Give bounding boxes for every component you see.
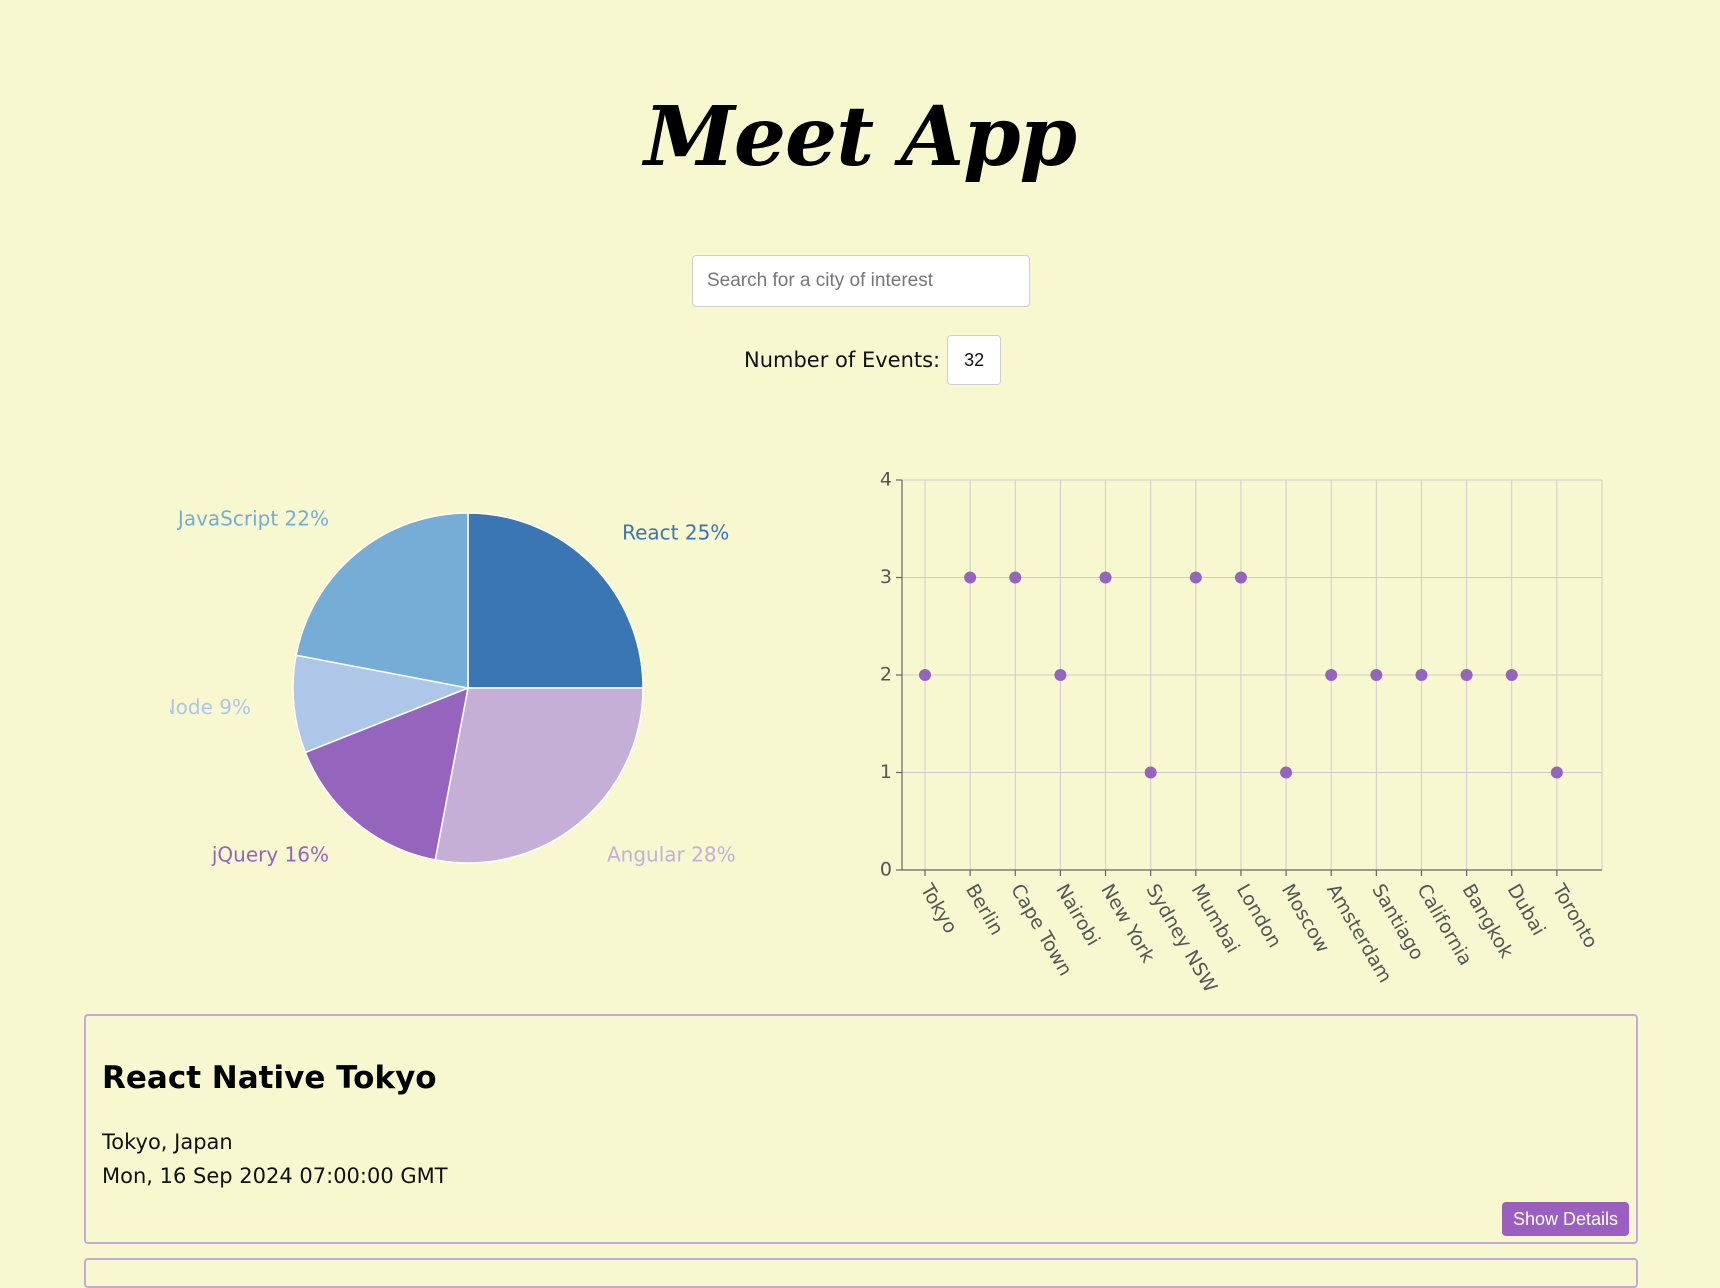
pie-label: Node 9% [170,695,251,719]
scatter-point [1234,571,1247,584]
scatter-point [1189,571,1202,584]
number-of-events-input[interactable] [947,335,1002,385]
pie-label: JavaScript 22% [176,507,329,531]
event-title: React Native Tokyo [102,1060,437,1096]
scatter-chart: 01234Tokyo BerlinCape TownNairobiNew York… [880,469,1603,997]
y-tick-label: 1 [880,761,892,783]
pie-label: React 25% [622,520,729,544]
scatter-point [919,669,931,681]
scatter-point [1325,669,1338,681]
y-tick-label: 4 [880,469,892,491]
pie-slice-angular [434,687,644,864]
pie-label: Angular 28% [607,843,736,867]
event-location: Tokyo, Japan [102,1130,233,1154]
event-card: React Native Tokyo Tokyo, Japan Mon, 16 … [84,1014,1638,1244]
x-tick-label: Tokyo [915,879,961,937]
scatter-point [1099,571,1112,584]
y-tick-label: 3 [880,566,892,588]
scatter-point [964,571,977,584]
pie-label: jQuery 16% [211,843,329,867]
pie-chart: React 25% Angular 28% jQuery 16% Node 9% Jav… [170,507,736,867]
x-tick-label: Dubai [1503,880,1550,939]
x-tick-label: Toronto [1547,879,1602,952]
scatter-point [1009,571,1022,584]
y-tick-label: 0 [880,859,892,881]
number-of-events-label: Number of Events: [744,348,941,372]
scatter-point [1054,669,1067,681]
show-details-button[interactable]: Show Details [1501,1202,1629,1236]
event-card [84,1258,1638,1288]
number-of-events: Number of Events: [744,334,1002,386]
scatter-point [1280,766,1293,779]
pie-slice-react [467,512,644,689]
app-title: Meet App [644,89,1077,185]
event-datetime: Mon, 16 Sep 2024 07:00:00 GMT [102,1164,448,1188]
city-search-input[interactable] [692,255,1030,307]
scatter-point [1370,669,1383,681]
y-tick-label: 2 [880,664,892,686]
scatter-point [1415,669,1428,681]
scatter-point [1460,669,1473,681]
x-tick-label: Berlin [961,880,1008,939]
scatter-point [1550,766,1563,779]
scatter-point [1144,766,1157,779]
scatter-point [1505,669,1518,681]
